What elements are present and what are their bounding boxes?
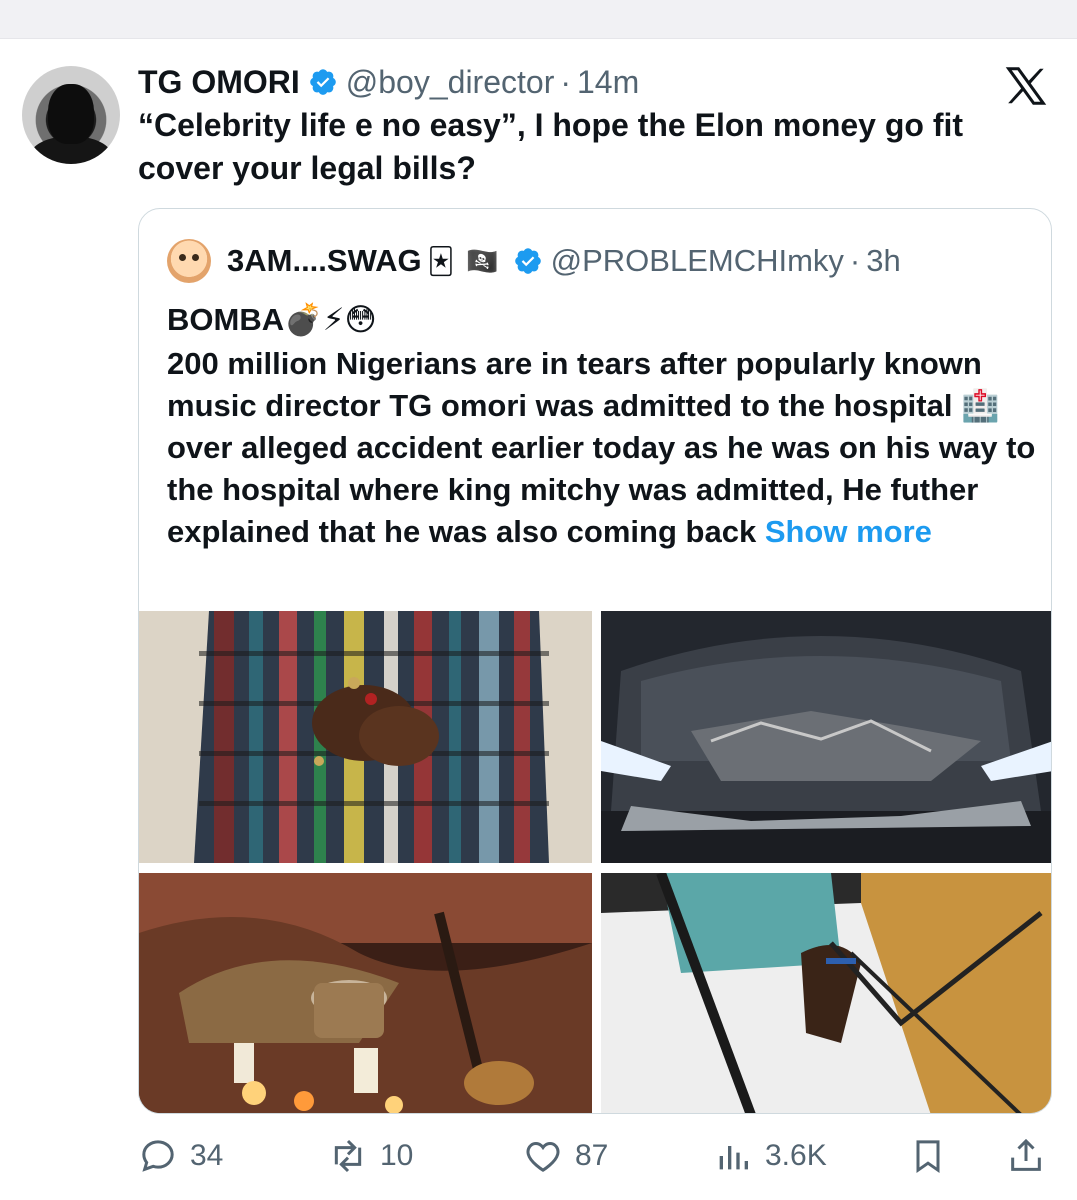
author-name[interactable]: TG OMORI [138, 64, 300, 101]
pirate-flag-emoji: 🏴‍☠️ [466, 245, 499, 276]
quote-time-separator: · [849, 243, 861, 278]
media-photo-hospital-bed[interactable] [601, 873, 1051, 1113]
show-more-link[interactable]: Show more [765, 514, 932, 549]
repost-button[interactable]: 10 [328, 1130, 413, 1182]
media-photo-outfit[interactable] [139, 611, 592, 863]
reply-button[interactable]: 34 [138, 1130, 223, 1182]
like-button[interactable]: 87 [523, 1130, 608, 1182]
x-logo-icon [1005, 67, 1047, 105]
views-icon [719, 1146, 748, 1170]
media-grid [139, 611, 1051, 1113]
verified-badge-icon [309, 69, 336, 95]
quote-header: 3AM....SWAG 🃏 🏴‍☠️ @PROBLEMCHImky · 3h [167, 239, 901, 283]
hospital-photo-drawing [601, 873, 1051, 1113]
author-avatar[interactable] [22, 66, 120, 164]
car-photo-drawing [601, 611, 1051, 863]
like-count: 87 [575, 1139, 609, 1172]
views-count: 3.6K [765, 1139, 827, 1172]
repost-icon [334, 1139, 362, 1173]
quote-author-avatar[interactable] [167, 239, 211, 283]
outfit-photo-drawing [139, 611, 592, 863]
repost-count: 10 [380, 1139, 414, 1172]
tweet-text: “Celebrity life e no easy”, I hope the E… [138, 107, 964, 186]
reply-icon [142, 1140, 174, 1172]
author-handle[interactable]: @boy_director [346, 64, 555, 101]
share-icon [1011, 1138, 1041, 1171]
share-button[interactable] [1006, 1130, 1058, 1182]
joker-card-emoji: 🃏 [427, 245, 455, 276]
quote-time[interactable]: 3h [866, 243, 900, 279]
views-button[interactable]: 3.6K [713, 1130, 827, 1182]
reply-count: 34 [190, 1139, 224, 1172]
verified-badge-icon [514, 248, 541, 274]
tweet-time[interactable]: 14m [577, 64, 639, 101]
quote-body: 200 million Nigerians are in tears after… [167, 343, 1037, 553]
bookmark-icon [916, 1140, 940, 1174]
shrine-photo-drawing [139, 873, 592, 1113]
quote-author-handle[interactable]: @PROBLEMCHImky [551, 243, 844, 279]
quoted-tweet[interactable]: 3AM....SWAG 🃏 🏴‍☠️ @PROBLEMCHImky · 3h B… [138, 208, 1052, 1114]
bookmark-button[interactable] [908, 1130, 960, 1182]
top-bar [0, 0, 1077, 39]
quote-author-name[interactable]: 3AM....SWAG [227, 243, 422, 279]
media-photo-crashed-car[interactable] [601, 611, 1051, 863]
tweet-actions: 34 10 87 3.6K [138, 1130, 1052, 1182]
tweet-header: TG OMORI @boy_director · 14m [138, 62, 639, 102]
time-separator: · [560, 63, 571, 100]
avatar-face [48, 84, 94, 144]
media-photo-shrine[interactable] [139, 873, 592, 1113]
like-icon [526, 1141, 560, 1172]
quote-title: BOMBA💣⚡😳 [167, 302, 377, 337]
